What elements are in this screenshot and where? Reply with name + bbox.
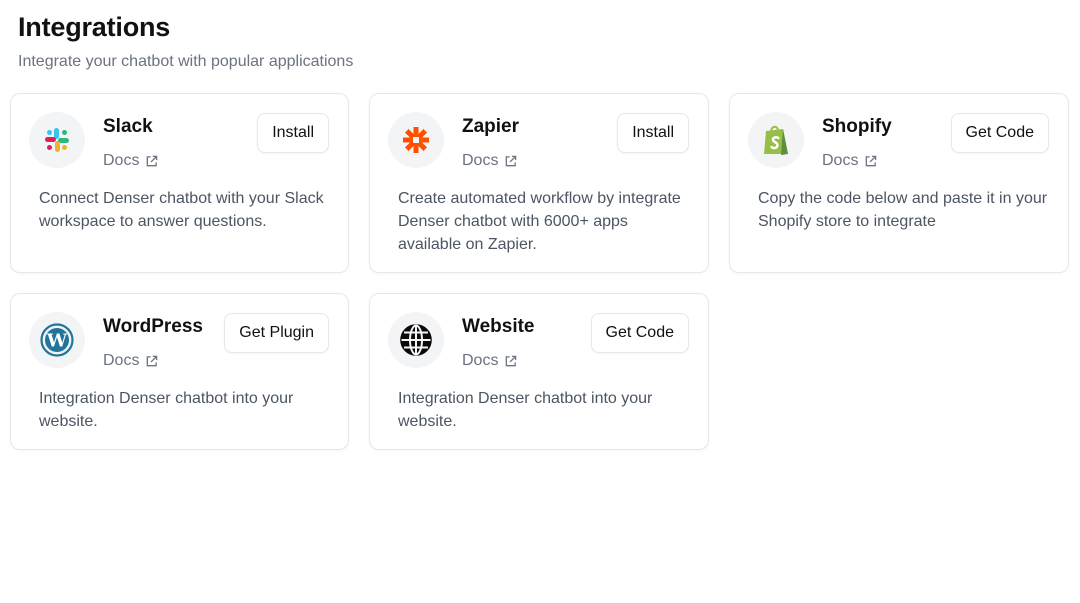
shopify-logo-icon [748,112,804,168]
globe-icon [388,312,444,368]
svg-text:W: W [46,331,68,352]
zapier-logo-icon [388,112,444,168]
external-link-icon [866,155,877,166]
external-link-icon [506,355,517,366]
integration-card-website: Website Docs Get Code Integration Denser… [369,293,709,450]
page-subtitle: Integrate your chatbot with popular appl… [18,53,354,70]
install-button[interactable]: Install [617,113,689,153]
docs-link[interactable]: Docs [822,152,877,170]
integration-card-zapier: Zapier Docs Install Create automated wor… [369,93,709,273]
docs-label: Docs [822,152,859,169]
integration-description: Connect Denser chatbot with your Slack w… [39,190,324,230]
docs-link[interactable]: Docs [103,352,158,370]
docs-label: Docs [462,352,499,369]
integrations-page: Integrations Integrate your chatbot with… [0,0,1080,603]
integration-card-wordpress: W WordPress Docs Get Plugin Integration … [10,293,349,450]
page-title: Integrations [18,12,171,42]
wordpress-logo-icon: W [29,312,85,368]
install-button[interactable]: Install [257,113,329,153]
integration-name: WordPress [103,316,203,337]
integration-description: Create automated workflow by integrate D… [398,190,681,253]
docs-link[interactable]: Docs [462,152,517,170]
docs-link[interactable]: Docs [462,352,517,370]
external-link-icon [147,155,158,166]
slack-logo-icon [29,112,85,168]
get-code-button[interactable]: Get Code [950,113,1049,153]
integration-description: Copy the code below and paste it in your… [758,190,1048,230]
integration-name: Shopify [822,116,892,137]
external-link-icon [506,155,517,166]
docs-link[interactable]: Docs [103,152,158,170]
docs-label: Docs [462,152,499,169]
integration-card-slack: Slack Docs Install Connect Denser chatbo… [10,93,349,273]
integration-description: Integration Denser chatbot into your web… [398,390,653,430]
integration-name: Slack [103,116,153,137]
integration-name: Zapier [462,116,520,137]
integration-name: Website [462,316,535,337]
docs-label: Docs [103,352,140,369]
integrations-grid: Slack Docs Install Connect Denser chatbo… [10,93,1069,450]
integration-description: Integration Denser chatbot into your web… [39,390,294,430]
get-code-button[interactable]: Get Code [590,313,689,353]
docs-label: Docs [103,152,140,169]
external-link-icon [147,355,158,366]
integration-card-shopify: Shopify Docs Get Code Copy the code belo… [729,93,1069,273]
get-plugin-button[interactable]: Get Plugin [224,313,329,353]
